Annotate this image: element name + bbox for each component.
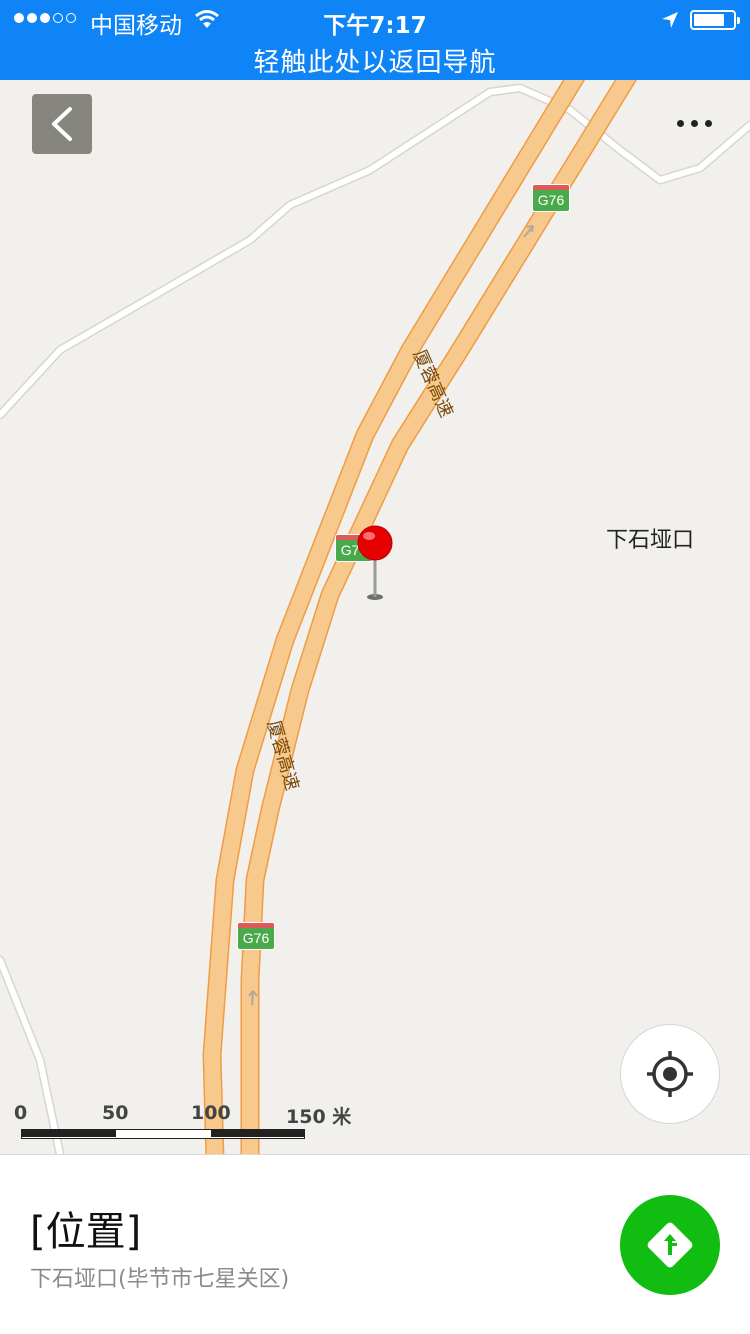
navigate-icon xyxy=(647,1222,693,1268)
back-button[interactable] xyxy=(32,94,92,154)
scale-label: 0 xyxy=(14,1102,28,1124)
status-bar[interactable]: 中国移动 下午7:17 轻触此处以返回导航 xyxy=(0,0,750,80)
map-view[interactable]: G76 G76 G76 厦蓉高速 厦蓉高速 下石垭口 0 50 100 150 … xyxy=(0,80,750,1154)
scale-label: 100 xyxy=(191,1102,231,1124)
route-shield: G76 xyxy=(532,184,570,212)
location-info-panel: [位置] 下石垭口(毕节市七星关区) xyxy=(0,1154,750,1334)
location-arrow-icon xyxy=(662,12,678,28)
more-dots-icon xyxy=(676,119,684,127)
locate-icon xyxy=(647,1051,693,1097)
place-name-label: 下石垭口 xyxy=(606,528,695,553)
more-options-button[interactable] xyxy=(664,106,724,140)
location-address: 下石垭口(毕节市七星关区) xyxy=(30,1267,290,1292)
map-scale: 0 50 100 150 米 xyxy=(14,1102,354,1142)
battery-icon xyxy=(690,10,740,30)
scale-label: 50 xyxy=(102,1102,129,1124)
scale-label: 150 米 xyxy=(286,1106,352,1128)
return-to-navigation-banner[interactable]: 轻触此处以返回导航 xyxy=(0,42,750,79)
back-arrow-icon xyxy=(52,107,72,141)
map-roads xyxy=(0,80,750,1154)
scale-bar xyxy=(21,1129,305,1139)
map-pin-icon[interactable] xyxy=(356,524,396,604)
navigate-button[interactable] xyxy=(620,1195,720,1295)
locate-me-button[interactable] xyxy=(620,1024,720,1124)
location-title: [位置] xyxy=(30,1209,142,1255)
status-time: 下午7:17 xyxy=(323,13,427,39)
route-shield: G76 xyxy=(237,922,275,950)
